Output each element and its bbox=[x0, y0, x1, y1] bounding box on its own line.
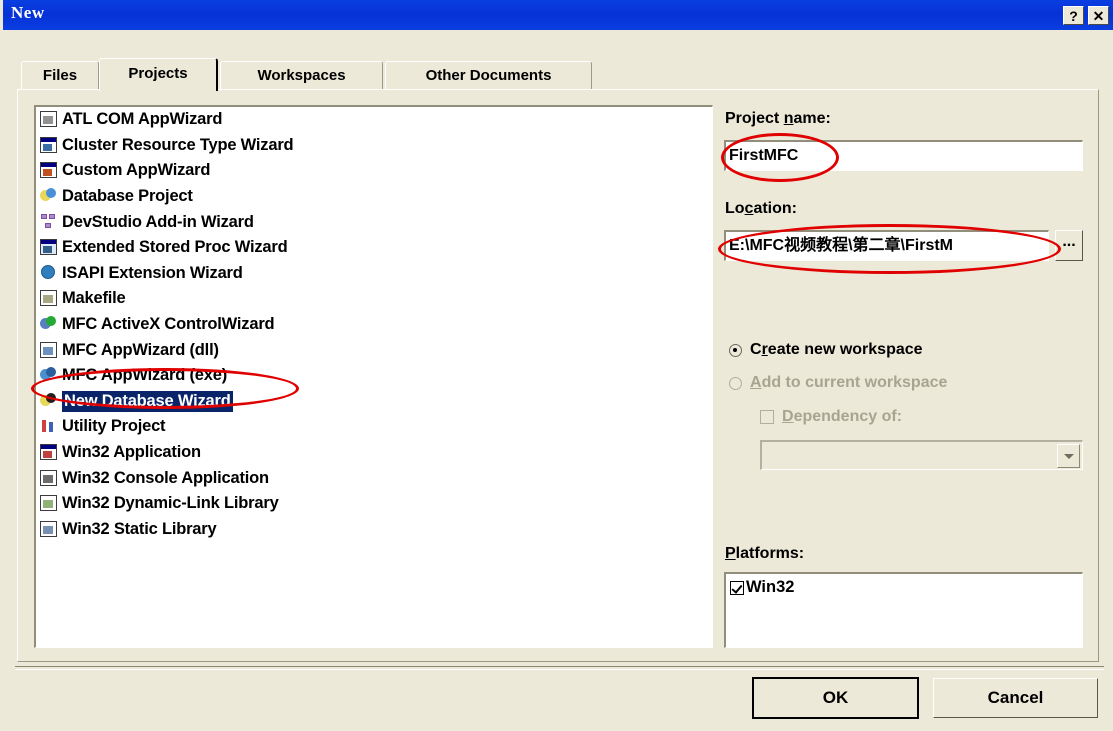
tab-files[interactable]: Files bbox=[21, 61, 99, 89]
tab-strip: Files Projects Workspaces Other Document… bbox=[21, 58, 1091, 91]
win32-static-library-icon bbox=[39, 520, 58, 539]
radio-add-accel: A bbox=[750, 374, 762, 391]
tab-other-documents[interactable]: Other Documents bbox=[385, 61, 592, 89]
checkbox-dependency-of: Dependency of: bbox=[760, 408, 902, 426]
win32-application-icon bbox=[39, 443, 58, 462]
extended-stored-proc-wizard-icon bbox=[39, 238, 58, 257]
radio-indicator-create-new-workspace bbox=[729, 343, 742, 357]
radio-indicator-add-to-current-workspace bbox=[729, 376, 742, 390]
list-item[interactable]: Utility Project bbox=[36, 414, 712, 440]
list-item[interactable]: Win32 Dynamic-Link Library bbox=[36, 491, 712, 517]
close-icon[interactable]: ✕ bbox=[1088, 6, 1109, 25]
atl-com-appwizard-icon bbox=[39, 110, 58, 129]
list-item-label: Win32 Console Application bbox=[62, 468, 269, 487]
location-input[interactable]: E:\MFC视频教程\第二章\FirstM bbox=[724, 230, 1049, 261]
help-icon[interactable]: ? bbox=[1063, 6, 1084, 25]
list-item-label: Win32 Application bbox=[62, 443, 201, 462]
list-item-label: ISAPI Extension Wizard bbox=[62, 263, 243, 282]
new-project-dialog: New ? ✕ Files Projects Workspaces Other … bbox=[0, 0, 1113, 731]
list-item-label: Win32 Static Library bbox=[62, 519, 217, 538]
mfc-appwizard-dll-icon bbox=[39, 341, 58, 360]
list-item-label: Custom AppWizard bbox=[62, 161, 211, 180]
radio-create-new-workspace[interactable]: Create new workspace bbox=[729, 341, 923, 359]
list-item[interactable]: Win32 Application bbox=[36, 440, 712, 466]
location-label-post: ation: bbox=[753, 200, 797, 217]
browse-location-button[interactable]: ... bbox=[1055, 230, 1083, 261]
makefile-icon bbox=[39, 289, 58, 308]
list-item-label: ATL COM AppWizard bbox=[62, 110, 223, 129]
radio-create-post: eate new workspace bbox=[767, 341, 923, 358]
list-item[interactable]: MFC AppWizard (dll) bbox=[36, 337, 712, 363]
list-item[interactable]: Win32 bbox=[730, 578, 1078, 597]
platforms-label: Platforms: bbox=[725, 545, 804, 563]
list-item-label: Utility Project bbox=[62, 417, 166, 436]
checkbox-win32-icon[interactable] bbox=[730, 580, 744, 595]
mfc-appwizard-exe-icon bbox=[39, 366, 58, 385]
list-item-label: Makefile bbox=[62, 289, 126, 308]
list-item[interactable]: Custom AppWizard bbox=[36, 158, 712, 184]
radio-label-create-new-workspace: Create new workspace bbox=[750, 341, 923, 359]
platform-label: Win32 bbox=[746, 578, 795, 596]
platforms-label-accel: P bbox=[725, 545, 736, 562]
list-item-label: Cluster Resource Type Wizard bbox=[62, 135, 294, 154]
list-item[interactable]: Extended Stored Proc Wizard bbox=[36, 235, 712, 261]
list-item[interactable]: MFC ActiveX ControlWizard bbox=[36, 312, 712, 338]
project-name-label-pre: Project bbox=[725, 110, 784, 127]
isapi-extension-wizard-icon bbox=[39, 264, 58, 283]
title-bar: New ? ✕ bbox=[3, 0, 1113, 30]
utility-project-icon bbox=[39, 417, 58, 436]
checkbox-indicator-dependency-of bbox=[760, 410, 774, 424]
chevron-down-icon bbox=[1057, 444, 1080, 468]
list-item[interactable]: ATL COM AppWizard bbox=[36, 107, 712, 133]
cancel-button[interactable]: Cancel bbox=[933, 678, 1098, 718]
list-item[interactable]: Cluster Resource Type Wizard bbox=[36, 133, 712, 159]
ok-button[interactable]: OK bbox=[752, 677, 919, 719]
project-name-label-accel: n bbox=[783, 110, 794, 127]
list-item-label: DevStudio Add-in Wizard bbox=[62, 212, 254, 231]
radio-create-pre: C bbox=[750, 341, 762, 358]
cluster-resource-type-wizard-icon bbox=[39, 136, 58, 155]
list-item[interactable]: Win32 Console Application bbox=[36, 465, 712, 491]
radio-add-to-current-workspace: Add to current workspace bbox=[729, 374, 947, 392]
dep-post: ependency of: bbox=[793, 408, 903, 425]
project-name-label: Project name: bbox=[725, 110, 831, 128]
list-item-label: Win32 Dynamic-Link Library bbox=[62, 494, 279, 513]
window-title: New bbox=[11, 3, 45, 22]
list-item-label: New Database Wizard bbox=[62, 390, 233, 412]
list-item[interactable]: Makefile bbox=[36, 286, 712, 312]
location-label-pre: Lo bbox=[725, 200, 745, 217]
list-item-label: MFC AppWizard (dll) bbox=[62, 340, 219, 359]
platforms-label-post: latforms: bbox=[735, 545, 805, 562]
list-item[interactable]: ISAPI Extension Wizard bbox=[36, 261, 712, 287]
location-label: Location: bbox=[725, 200, 797, 218]
list-item[interactable]: New Database Wizard bbox=[36, 389, 712, 415]
dependency-combo-box bbox=[760, 440, 1083, 470]
project-name-input[interactable]: FirstMFC bbox=[724, 140, 1083, 171]
list-item[interactable]: MFC AppWizard (exe) bbox=[36, 363, 712, 389]
footer-divider bbox=[15, 666, 1104, 670]
list-item-label: Database Project bbox=[62, 187, 193, 206]
tab-projects[interactable]: Projects bbox=[99, 58, 218, 91]
radio-label-add-to-current-workspace: Add to current workspace bbox=[750, 374, 947, 392]
win32-dynamic-link-library-icon bbox=[39, 494, 58, 513]
devstudio-addin-wizard-icon bbox=[39, 213, 58, 232]
list-item-label: Extended Stored Proc Wizard bbox=[62, 238, 288, 257]
list-item[interactable]: DevStudio Add-in Wizard bbox=[36, 209, 712, 235]
new-database-wizard-icon bbox=[39, 392, 58, 411]
list-item-label: MFC ActiveX ControlWizard bbox=[62, 315, 275, 334]
project-type-list[interactable]: ATL COM AppWizard Cluster Resource Type W… bbox=[34, 105, 713, 648]
list-item[interactable]: Database Project bbox=[36, 184, 712, 210]
project-name-label-post: ame: bbox=[793, 110, 831, 127]
win32-console-application-icon bbox=[39, 469, 58, 488]
list-item-label: MFC AppWizard (exe) bbox=[62, 366, 228, 385]
checkbox-label-dependency-of: Dependency of: bbox=[782, 408, 902, 426]
platforms-list[interactable]: Win32 bbox=[724, 572, 1083, 648]
radio-add-post: dd to current workspace bbox=[761, 374, 948, 391]
tab-workspaces[interactable]: Workspaces bbox=[220, 61, 383, 89]
dep-accel: D bbox=[782, 408, 794, 425]
mfc-activex-controlwizard-icon bbox=[39, 315, 58, 334]
database-project-icon bbox=[39, 187, 58, 206]
custom-appwizard-icon bbox=[39, 161, 58, 180]
list-item[interactable]: Win32 Static Library bbox=[36, 517, 712, 543]
